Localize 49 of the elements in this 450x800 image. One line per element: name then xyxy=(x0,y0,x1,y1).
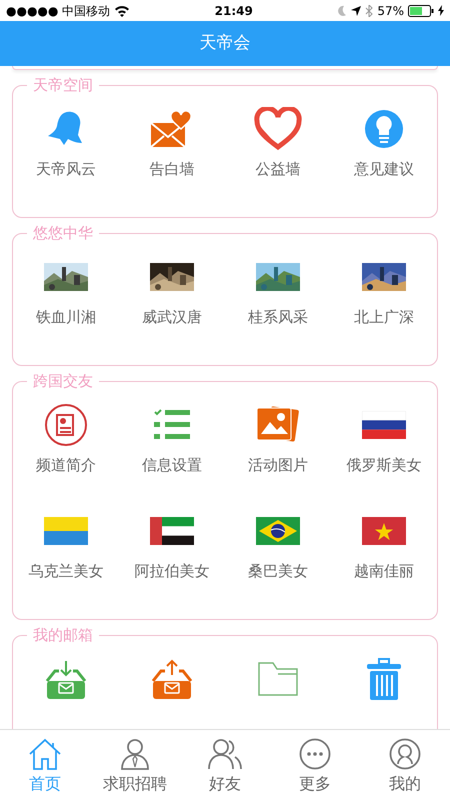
tab[interactable]: 求职招聘 xyxy=(90,730,180,800)
item-label[interactable]: 频道简介 xyxy=(36,455,96,476)
section-title: 我的邮箱 xyxy=(32,628,94,644)
outbox-icon[interactable] xyxy=(151,659,193,700)
home-icon xyxy=(28,738,62,770)
two-people-icon xyxy=(207,738,243,770)
section-title: 天帝空间 xyxy=(32,78,94,94)
item-label[interactable]: 北上广深 xyxy=(354,307,414,328)
flag-icon[interactable] xyxy=(150,517,194,546)
lightbulb-icon[interactable] xyxy=(364,109,404,150)
item-label[interactable]: 公益墙 xyxy=(256,159,300,180)
item-label[interactable]: 意见建议 xyxy=(354,159,414,180)
item-label[interactable]: 桂系风采 xyxy=(248,307,308,328)
wifi-icon xyxy=(114,4,130,17)
item-label[interactable]: 越南佳丽 xyxy=(354,561,414,582)
battery-icon xyxy=(408,4,434,17)
tab[interactable]: 我的 xyxy=(360,730,450,800)
inbox-icon[interactable] xyxy=(45,659,87,700)
folder-icon[interactable] xyxy=(258,662,298,696)
item-label[interactable]: 告白墙 xyxy=(150,159,194,180)
section-title: 跨国交友 xyxy=(32,374,94,390)
more-icon xyxy=(299,738,331,770)
charging-icon xyxy=(438,5,444,16)
item-label[interactable]: 阿拉伯美女 xyxy=(134,561,210,582)
photos-icon[interactable] xyxy=(257,406,299,444)
item-label[interactable]: 乌克兰美女 xyxy=(28,561,104,582)
flag-icon[interactable] xyxy=(362,411,406,440)
trash-icon[interactable] xyxy=(366,658,402,700)
carrier-text: ●●●●● 中国移动 xyxy=(6,2,110,20)
section-title: 悠悠中华 xyxy=(32,226,94,242)
location-arrow-icon xyxy=(351,6,362,16)
item-label[interactable]: 桑巴美女 xyxy=(248,561,308,582)
item-label[interactable]: 天帝风云 xyxy=(36,159,96,180)
battery-text: 57% xyxy=(377,2,404,20)
flag-icon[interactable] xyxy=(256,517,300,546)
item-label[interactable]: 活动图片 xyxy=(248,455,308,476)
item-label[interactable]: 信息设置 xyxy=(142,455,202,476)
document-icon[interactable] xyxy=(44,403,88,448)
tab[interactable]: 更多 xyxy=(270,730,360,800)
item-label[interactable]: 铁血川湘 xyxy=(36,307,96,328)
nav-title: 天帝会 xyxy=(200,32,250,55)
item-label[interactable]: 俄罗斯美女 xyxy=(346,455,422,476)
bluetooth-icon xyxy=(365,4,374,17)
time-text: 21:49 xyxy=(214,2,253,20)
tab[interactable]: 好友 xyxy=(180,730,270,800)
item-label[interactable]: 威武汉唐 xyxy=(142,307,202,328)
person-tie-icon xyxy=(119,738,151,770)
moon-icon xyxy=(337,4,348,17)
profile-icon xyxy=(389,738,421,770)
